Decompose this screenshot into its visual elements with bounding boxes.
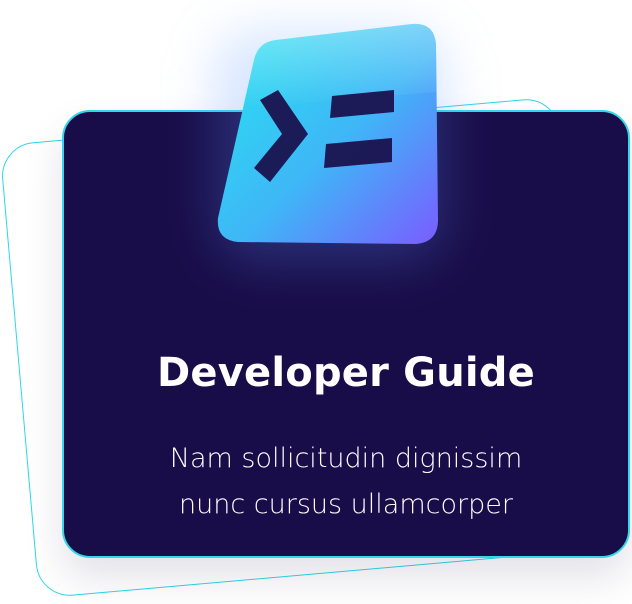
card-subtitle: Nam sollicitudin dignissim nunc cursus u… (62, 436, 630, 528)
card-subtitle-line-1: Nam sollicitudin dignissim (169, 443, 523, 474)
card-title: Developer Guide (157, 350, 535, 396)
card-subtitle-line-2: nunc cursus ullamcorper (179, 489, 513, 520)
terminal-icon (217, 23, 438, 244)
developer-guide-graphic: Developer Guide Nam sollicitudin digniss… (0, 0, 632, 604)
